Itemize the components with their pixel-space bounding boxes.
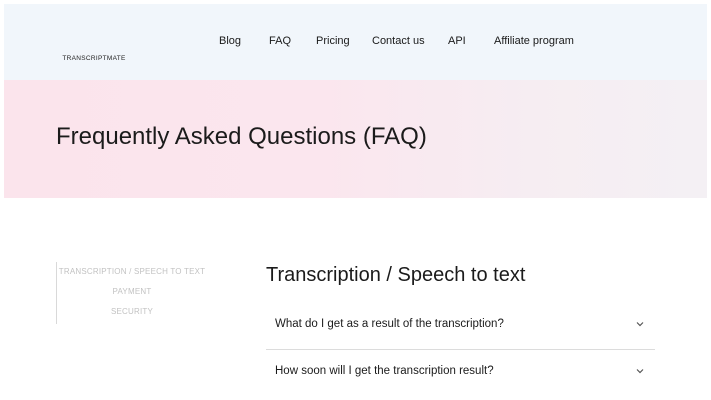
chevron-down-icon[interactable] <box>635 367 645 375</box>
page-frame: TRANSCRIPTMATE Blog FAQ Pricing Contact … <box>4 4 707 396</box>
hero-banner: Frequently Asked Questions (FAQ) <box>4 80 707 198</box>
page-title: Frequently Asked Questions (FAQ) <box>56 123 427 150</box>
soundwave-logo-icon <box>75 26 113 52</box>
side-menu-item-security[interactable]: SECURITY <box>57 307 207 316</box>
side-menu-item-transcription[interactable]: TRANSCRIPTION / SPEECH TO TEXT <box>57 267 207 276</box>
nav-item-blog[interactable]: Blog <box>219 35 241 47</box>
faq-category-menu: TRANSCRIPTION / SPEECH TO TEXT PAYMENT S… <box>56 262 207 324</box>
site-header: TRANSCRIPTMATE Blog FAQ Pricing Contact … <box>4 4 707 80</box>
chevron-down-icon[interactable] <box>635 320 645 328</box>
nav-item-contact-us[interactable]: Contact us <box>372 35 425 47</box>
faq-question: What do I get as a result of the transcr… <box>275 318 504 330</box>
section-title: Transcription / Speech to text <box>266 264 526 286</box>
faq-item[interactable]: How soon will I get the transcription re… <box>266 350 655 396</box>
logo-text: TRANSCRIPTMATE <box>62 55 126 62</box>
logo[interactable]: TRANSCRIPTMATE <box>62 26 126 66</box>
faq-item[interactable]: What do I get as a result of the transcr… <box>266 303 655 350</box>
nav-item-api[interactable]: API <box>448 35 466 47</box>
nav-item-faq[interactable]: FAQ <box>269 35 291 47</box>
nav-item-affiliate-program[interactable]: Affiliate program <box>494 35 574 47</box>
faq-question: How soon will I get the transcription re… <box>275 365 494 377</box>
side-menu-item-payment[interactable]: PAYMENT <box>57 287 207 296</box>
nav-item-pricing[interactable]: Pricing <box>316 35 350 47</box>
